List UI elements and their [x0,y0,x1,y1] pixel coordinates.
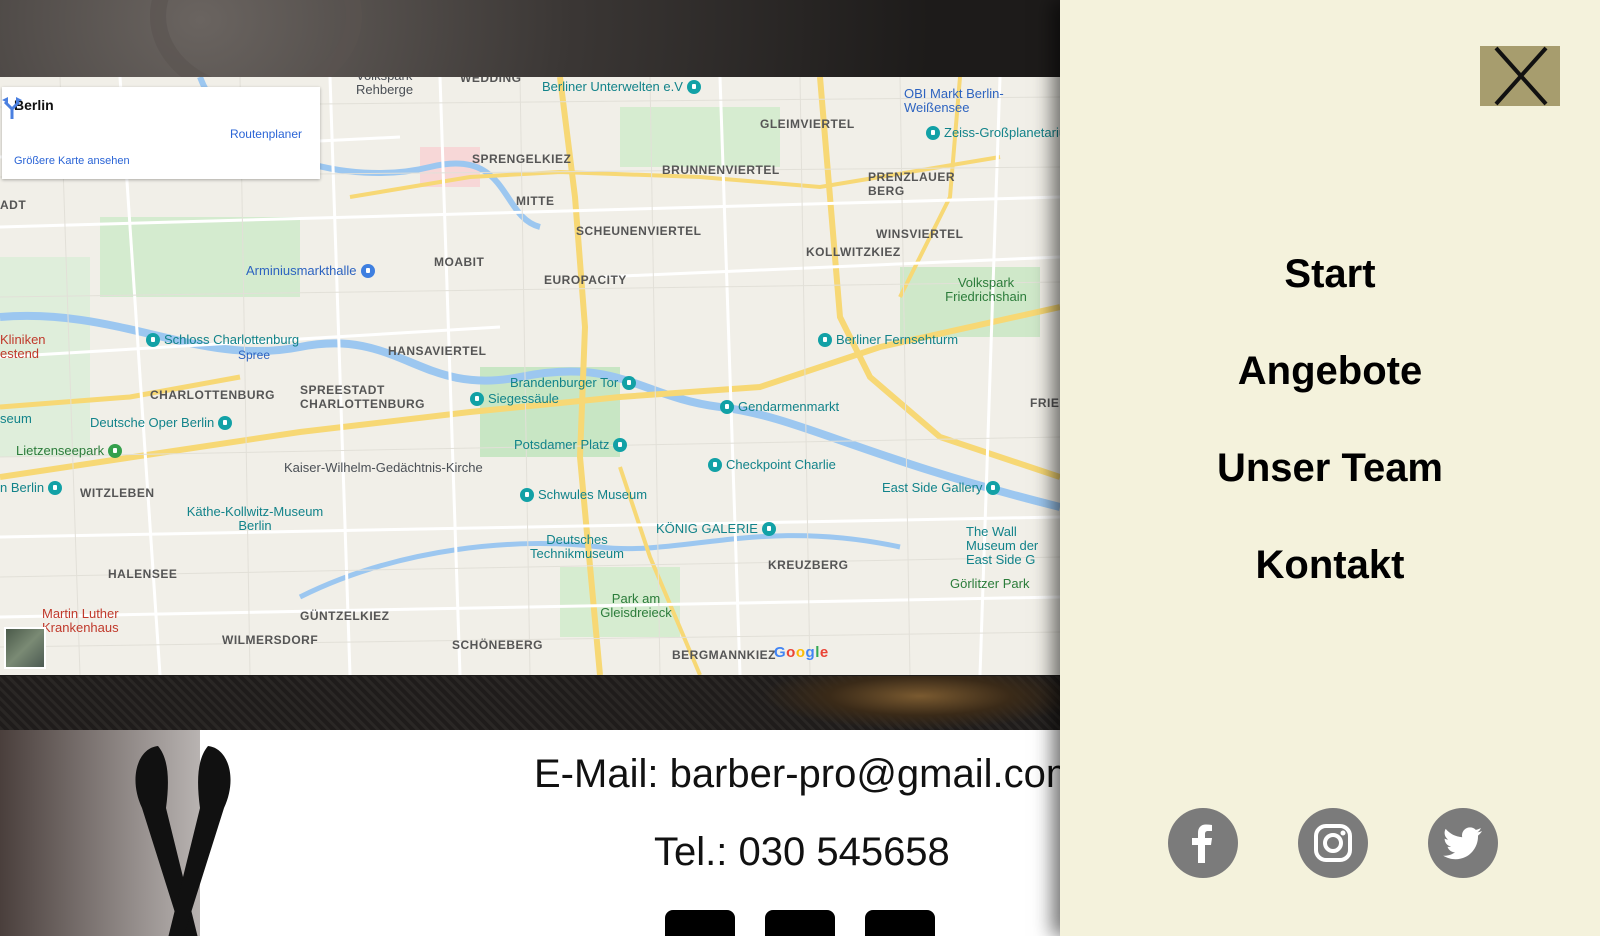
map-poi[interactable]: Park am Gleisdreieck [596,592,676,620]
directions-link[interactable]: Routenplaner [230,127,302,141]
footer-instagram-icon[interactable] [765,910,835,936]
photo-pin-icon [48,480,63,495]
shopping-pin-icon [360,263,375,278]
main-nav: Start Angebote Unser Team Kontakt [1060,246,1600,634]
museum-pin-icon [520,487,534,502]
map-poi[interactable]: Lietzenseepark [16,443,123,458]
nav-item-start[interactable]: Start [1060,246,1600,343]
gallery-pin-icon [761,521,776,536]
map-poi[interactable]: Deutsches Technikmuseum [522,533,632,561]
photo-brush [760,676,1060,730]
map-poi[interactable]: Arminiusmarkthalle [246,263,375,278]
map-poi[interactable]: Berliner Unterwelten e.V [542,79,701,94]
map-district-label: SCHÖNEBERG [452,638,544,652]
map-poi[interactable]: KÖNIG GALERIE [656,521,776,536]
map-poi[interactable]: Kliniken estend [0,333,50,361]
map-poi[interactable]: Deutsche Oper Berlin [90,415,233,430]
footer-twitter-icon[interactable] [865,910,935,936]
satellite-toggle-thumbnail[interactable] [4,627,46,669]
map-district-label: WEDDING [460,77,522,85]
instagram-icon [1314,824,1352,862]
map-poi[interactable]: East Side Gallery [882,480,1001,495]
map-poi[interactable]: Siegessäule [470,391,559,406]
landmark-pin-icon [720,399,734,414]
map-district-label: KREUZBERG [768,558,849,572]
map-poi[interactable]: Checkpoint Charlie [708,457,836,472]
map-district-label: KOLLWITZKIEZ [806,245,901,259]
map-district-label: CHARLOTTENBURG [150,388,275,402]
map-poi[interactable]: OBI Markt Berlin-Weißensee [904,87,1024,115]
map-poi[interactable]: Zeiss-Großplanetarium [926,125,1060,140]
map-poi[interactable]: Kaiser-Wilhelm-Gedächtnis-Kirche [284,460,483,475]
map-poi[interactable]: Brandenburger Tor [510,375,637,390]
nav-item-angebote[interactable]: Angebote [1060,343,1600,440]
close-icon [1494,46,1548,106]
facebook-link[interactable] [1168,808,1238,878]
map-district-label: WINSVIERTEL [876,227,964,241]
footer-facebook-icon[interactable] [665,910,735,936]
map-district-label: BERGMANNKIEZ [672,648,776,662]
landmark-pin-icon [622,375,637,390]
map-district-label: HALENSEE [108,567,178,581]
map-district-label: PRENZLAUER BERG [868,170,956,198]
map-poi[interactable]: The Wall Museum der East Side G [966,525,1060,567]
map-district-label: FRIE [1030,396,1060,410]
map-poi[interactable]: n Berlin [0,480,63,495]
map-poi[interactable]: Volkspark Rehberge [356,77,436,97]
map-poi[interactable]: Volkspark Friedrichshain [936,276,1036,304]
map-district-label: EUROPACITY [544,273,627,287]
larger-map-link[interactable]: Größere Karte ansehen [14,155,130,167]
map-district-label: MOABIT [434,255,485,269]
twitter-icon [1443,827,1482,860]
music-pin-icon [218,415,233,430]
side-navigation-drawer: Start Angebote Unser Team Kontakt [1060,0,1600,936]
instagram-link[interactable] [1298,808,1368,878]
nav-item-kontakt[interactable]: Kontakt [1060,537,1600,634]
map-district-label: GLEIMVIERTEL [760,117,855,131]
map-district-label: HANSAVIERTEL [388,344,487,358]
map-poi[interactable]: Gendarmenmarkt [720,399,839,414]
map-poi[interactable]: Martin Luther Krankenhaus [42,607,142,635]
map-district-label: WILMERSDORF [222,633,319,647]
map-poi[interactable]: Berliner Fernsehturm [818,332,958,347]
footer-phone[interactable]: Tel.: 030 545658 [654,830,950,875]
map-district-label: MITTE [516,194,555,208]
map-district-label: GÜNTZELKIEZ [300,609,390,623]
embedded-google-map[interactable]: WEDDING GLEIMVIERTEL SPRENGELKIEZ BRUNNE… [0,77,1060,675]
park-pin-icon [108,443,123,458]
map-district-label: WITZLEBEN [80,486,155,500]
map-district-label: ADT [0,198,27,212]
map-poi: Spree [238,348,271,362]
monument-pin-icon [470,391,484,406]
photo-pin-icon [613,437,628,452]
map-poi[interactable]: Schloss Charlottenburg [146,332,299,347]
close-menu-button[interactable] [1480,46,1560,106]
facebook-icon [1192,824,1212,863]
map-poi[interactable]: Görlitzer Park [950,576,1029,591]
map-poi[interactable]: Potsdamer Platz [514,437,628,452]
map-poi[interactable]: Schwules Museum [520,487,647,502]
map-district-label: SCHEUNENVIERTEL [576,224,702,238]
page-footer: E-Mail: barber-pro@gmail.com Tel.: 030 5… [0,730,1060,936]
tower-pin-icon [818,332,832,347]
google-logo: Google [774,644,829,661]
twitter-link[interactable] [1428,808,1498,878]
map-district-label: SPREESTADT CHARLOTTENBURG [300,383,425,411]
map-district-label: BRUNNENVIERTEL [662,163,780,177]
nav-item-unser-team[interactable]: Unser Team [1060,440,1600,537]
barber-scissors-logo [135,746,231,936]
map-district-label: SPRENGELKIEZ [472,152,572,166]
museum-pin-icon [686,79,701,94]
map-poi[interactable]: Käthe-Kollwitz-Museum Berlin [180,505,330,533]
gallery-pin-icon [986,480,1001,495]
castle-pin-icon [146,332,160,347]
map-place-card: Berlin Routenplaner Größere Karte ansehe… [2,87,320,179]
map-poi[interactable]: seum [0,411,32,426]
photo-pin-icon [708,457,722,472]
directions-icon[interactable] [2,97,22,119]
footer-email[interactable]: E-Mail: barber-pro@gmail.com [534,752,1060,797]
planetarium-pin-icon [926,125,940,140]
